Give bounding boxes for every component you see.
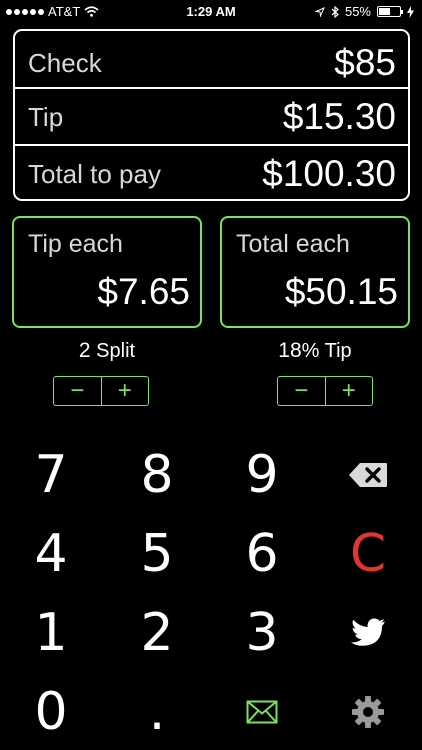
- status-bar: AT&T 1:29 AM 55%: [0, 0, 422, 24]
- split-count: 2: [78, 339, 91, 362]
- tip-row: Tip $15.30: [15, 89, 408, 145]
- tip-percent-value: 18: [278, 339, 302, 362]
- backspace-button[interactable]: [323, 440, 413, 510]
- key-decimal[interactable]: .: [112, 677, 202, 747]
- total-each-label: Total each: [236, 230, 350, 258]
- battery-fill: [379, 8, 390, 15]
- key-2[interactable]: 2: [112, 598, 202, 668]
- twitter-icon: [351, 618, 385, 646]
- location-arrow-icon: [314, 6, 325, 17]
- key-6[interactable]: 6: [217, 519, 307, 589]
- total-each-panel: Total each $50.15: [220, 216, 410, 328]
- charging-bolt-icon: [407, 5, 414, 18]
- split-increment-button[interactable]: +: [100, 377, 149, 405]
- backspace-icon: [349, 463, 387, 487]
- split-label: 2 Split: [12, 339, 202, 363]
- total-row: Total to pay $100.30: [15, 146, 408, 202]
- check-amount: $85: [334, 42, 396, 83]
- bluetooth-icon: [331, 5, 339, 18]
- clear-button[interactable]: C: [323, 519, 413, 589]
- battery-percent: 55%: [344, 4, 371, 19]
- key-0[interactable]: 0: [6, 677, 96, 747]
- tip-each-amount: $7.65: [97, 271, 190, 312]
- split-decrement-button[interactable]: −: [54, 377, 101, 405]
- key-1[interactable]: 1: [6, 598, 96, 668]
- check-label: Check: [28, 47, 102, 78]
- split-text: Split: [90, 340, 136, 362]
- tip-each-label: Tip each: [28, 230, 123, 258]
- key-4[interactable]: 4: [6, 519, 96, 589]
- gear-icon: [352, 696, 384, 728]
- total-each-amount: $50.15: [284, 271, 398, 312]
- tip-percent-stepper: − +: [277, 376, 373, 406]
- total-amount: $100.30: [262, 153, 396, 194]
- tip-percent-decrement-button[interactable]: −: [278, 377, 325, 405]
- split-stepper: − +: [53, 376, 149, 406]
- email-share-button[interactable]: [217, 677, 307, 747]
- key-7[interactable]: 7: [6, 440, 96, 510]
- check-row[interactable]: Check $85: [15, 35, 408, 91]
- key-5[interactable]: 5: [112, 519, 202, 589]
- tip-each-panel: Tip each $7.65: [12, 216, 202, 328]
- settings-button[interactable]: [323, 677, 413, 747]
- total-label: Total to pay: [28, 158, 161, 189]
- tip-label: Tip: [28, 101, 64, 132]
- tip-percent-increment-button[interactable]: +: [324, 377, 373, 405]
- key-9[interactable]: 9: [217, 440, 307, 510]
- mail-icon: [246, 700, 278, 724]
- battery-icon: [377, 6, 403, 17]
- twitter-share-button[interactable]: [323, 598, 413, 668]
- summary-panel: Check $85 Tip $15.30 Total to pay $100.3…: [13, 29, 410, 201]
- status-right: 55%: [314, 4, 414, 19]
- tip-amount: $15.30: [282, 96, 396, 137]
- tip-percent-text: % Tip: [301, 340, 352, 362]
- tip-percent-label: 18% Tip: [220, 339, 410, 363]
- key-3[interactable]: 3: [217, 598, 307, 668]
- key-8[interactable]: 8: [112, 440, 202, 510]
